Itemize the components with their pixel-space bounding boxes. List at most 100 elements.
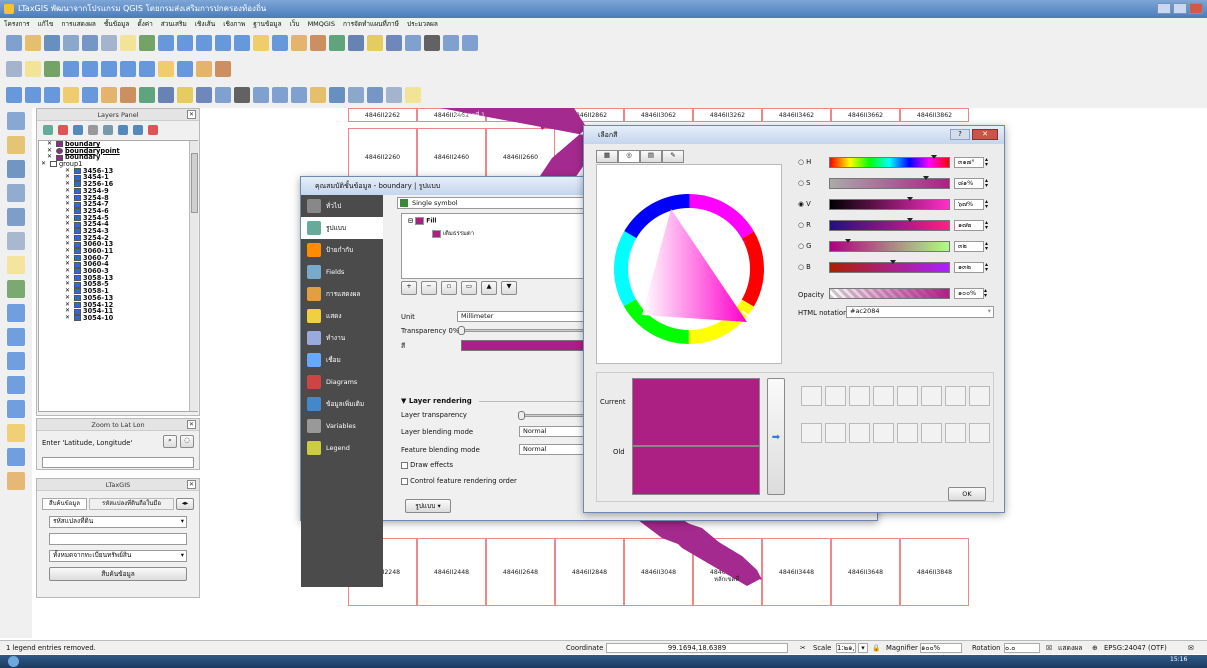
show-bookmarks-icon[interactable]	[120, 87, 136, 103]
scale-lock-icon[interactable]: ✂	[800, 641, 806, 655]
layer-item[interactable]: ✕ 3056-13	[39, 294, 197, 302]
menu-item[interactable]: ชั้นข้อมูล	[104, 18, 129, 30]
open-project-icon[interactable]	[310, 87, 326, 103]
spin-arrows[interactable]: ▴ ▾	[985, 157, 988, 168]
slider-marker[interactable]	[931, 155, 938, 159]
custom-color-swatch[interactable]	[945, 423, 966, 443]
nav-item[interactable]: ทำงาน	[301, 327, 383, 349]
nav-item[interactable]: Diagrams	[301, 371, 383, 393]
layer-item[interactable]: ✕ 3058-1	[39, 287, 197, 295]
layer-item[interactable]: ✕ 3058-13	[39, 274, 197, 282]
nav-item[interactable]: ทั่วไป	[301, 195, 383, 217]
transparency-slider[interactable]	[461, 329, 587, 332]
select-icon[interactable]	[367, 35, 383, 51]
close-button[interactable]	[1189, 3, 1203, 14]
channel-slider-v[interactable]	[829, 197, 950, 210]
menu-item[interactable]: ส่วนเสริม	[161, 18, 187, 30]
filter-icon[interactable]	[88, 125, 98, 135]
old-color-swatch[interactable]	[632, 446, 760, 495]
text-annotation-icon[interactable]	[462, 35, 478, 51]
channel-spinbox-v[interactable]: ๖๗%	[954, 199, 984, 210]
refresh-icon[interactable]	[329, 35, 345, 51]
composer-manager-icon[interactable]	[101, 35, 117, 51]
add-virtual-layer-icon[interactable]	[7, 376, 25, 394]
style-menu-button[interactable]: รูปแบบ ▾	[405, 499, 451, 513]
new-bookmark-icon[interactable]	[291, 35, 307, 51]
add-oracle-icon[interactable]	[7, 304, 25, 322]
zoom-last-icon[interactable]	[63, 87, 79, 103]
layer-tree-scrollbar[interactable]	[189, 141, 198, 411]
visibility-checkbox[interactable]: ✕	[65, 314, 72, 322]
search-data-button[interactable]: สืบค้นข้อมูล	[49, 567, 187, 581]
nav-item[interactable]: รูปแบบ	[301, 217, 383, 239]
color-picker-cursor[interactable]	[715, 265, 723, 273]
spin-arrows[interactable]: ▴ ▾	[985, 262, 988, 273]
add-wms-icon[interactable]	[7, 208, 25, 226]
collapse-all-icon[interactable]	[133, 125, 143, 135]
layer-item[interactable]: ✕ 3060-11	[39, 247, 197, 255]
spin-arrows[interactable]: ▴ ▾	[985, 241, 988, 252]
save-project-icon[interactable]	[329, 87, 345, 103]
add-raster-layer-icon[interactable]	[7, 136, 25, 154]
fill-color-button[interactable]	[461, 340, 587, 351]
channel-slider-h[interactable]	[829, 155, 950, 168]
menu-item[interactable]: เชิงภาพ	[223, 18, 245, 30]
filter-legend-icon[interactable]	[103, 125, 113, 135]
spin-arrows[interactable]: ▴ ▾	[985, 178, 988, 189]
print-composer-icon[interactable]	[82, 35, 98, 51]
identify-icon[interactable]	[158, 87, 174, 103]
save-as-icon[interactable]	[63, 35, 79, 51]
layer-item[interactable]: ✕ 3060-3	[39, 267, 197, 275]
tab-scroll-arrows[interactable]: ◂▸	[176, 498, 194, 510]
layer-transparency-handle[interactable]	[518, 411, 525, 420]
move-up-icon[interactable]: ▲	[481, 281, 497, 295]
pan-to-selection-icon[interactable]	[139, 35, 155, 51]
channel-radio-r[interactable]: ○ R	[798, 221, 811, 229]
zoom-full-icon[interactable]	[101, 61, 117, 77]
latlon-input[interactable]	[42, 457, 194, 468]
zoom-next-icon[interactable]	[177, 61, 193, 77]
custom-color-swatch[interactable]	[849, 423, 870, 443]
annotation-icon[interactable]	[253, 87, 269, 103]
channel-radio-h[interactable]: ○ H	[798, 158, 811, 166]
duplicate-icon[interactable]: ▭	[461, 281, 477, 295]
layer-tree[interactable]: ✕ boundary ✕ boundarypoint ✕ boundary ✕ group1 ✕…	[38, 140, 198, 412]
messages-icon[interactable]: ✉	[1188, 641, 1194, 655]
save-project-icon[interactable]	[44, 35, 60, 51]
layer-item[interactable]: ✕ 3254-3	[39, 227, 197, 235]
nav-item[interactable]: การแสดงผล	[301, 283, 383, 305]
custom-color-swatch[interactable]	[825, 423, 846, 443]
layer-item[interactable]: ✕ 3254-5	[39, 214, 197, 222]
channel-slider-s[interactable]	[829, 176, 950, 189]
zoom-in-icon[interactable]	[63, 61, 79, 77]
open-layer-styling-icon[interactable]	[43, 125, 53, 135]
add-group-icon[interactable]	[58, 125, 68, 135]
expand-all-icon[interactable]	[118, 125, 128, 135]
rotation-spinbox[interactable]: ๐.๐	[1004, 643, 1040, 653]
tab-color-wheel[interactable]: ◎	[618, 150, 640, 163]
remove-layer-icon[interactable]	[148, 125, 158, 135]
channel-radio-b[interactable]: ○ B	[798, 263, 811, 271]
eye-icon[interactable]	[73, 125, 83, 135]
save-as-icon[interactable]	[348, 87, 364, 103]
custom-color-swatch[interactable]	[969, 423, 990, 443]
zoom-selection-icon[interactable]	[215, 35, 231, 51]
nav-item[interactable]: ป้ายกำกับ	[301, 239, 383, 261]
measure-icon[interactable]	[196, 87, 212, 103]
nav-item[interactable]: Legend	[301, 437, 383, 459]
spin-arrows[interactable]: ▴ ▾	[985, 220, 988, 231]
scale-combobox[interactable]: 1:๒๑,๘๖๖	[836, 643, 856, 653]
slider-marker[interactable]	[844, 239, 851, 243]
channel-radio-s[interactable]: ○ S	[798, 179, 810, 187]
zoom-layer-icon[interactable]	[234, 35, 250, 51]
identify-icon[interactable]	[348, 35, 364, 51]
slider-marker[interactable]	[889, 260, 896, 264]
channel-spinbox-b[interactable]: ๑๓๒	[954, 262, 984, 273]
custom-color-swatch[interactable]	[801, 423, 822, 443]
layer-item[interactable]: ✕ 3054-12	[39, 301, 197, 309]
composer-manager-icon[interactable]	[6, 61, 22, 77]
custom-color-swatch[interactable]	[873, 423, 894, 443]
custom-color-swatch[interactable]	[921, 423, 942, 443]
custom-color-swatch[interactable]	[849, 386, 870, 406]
draw-effects-checkbox[interactable]: Draw effects	[401, 461, 453, 469]
